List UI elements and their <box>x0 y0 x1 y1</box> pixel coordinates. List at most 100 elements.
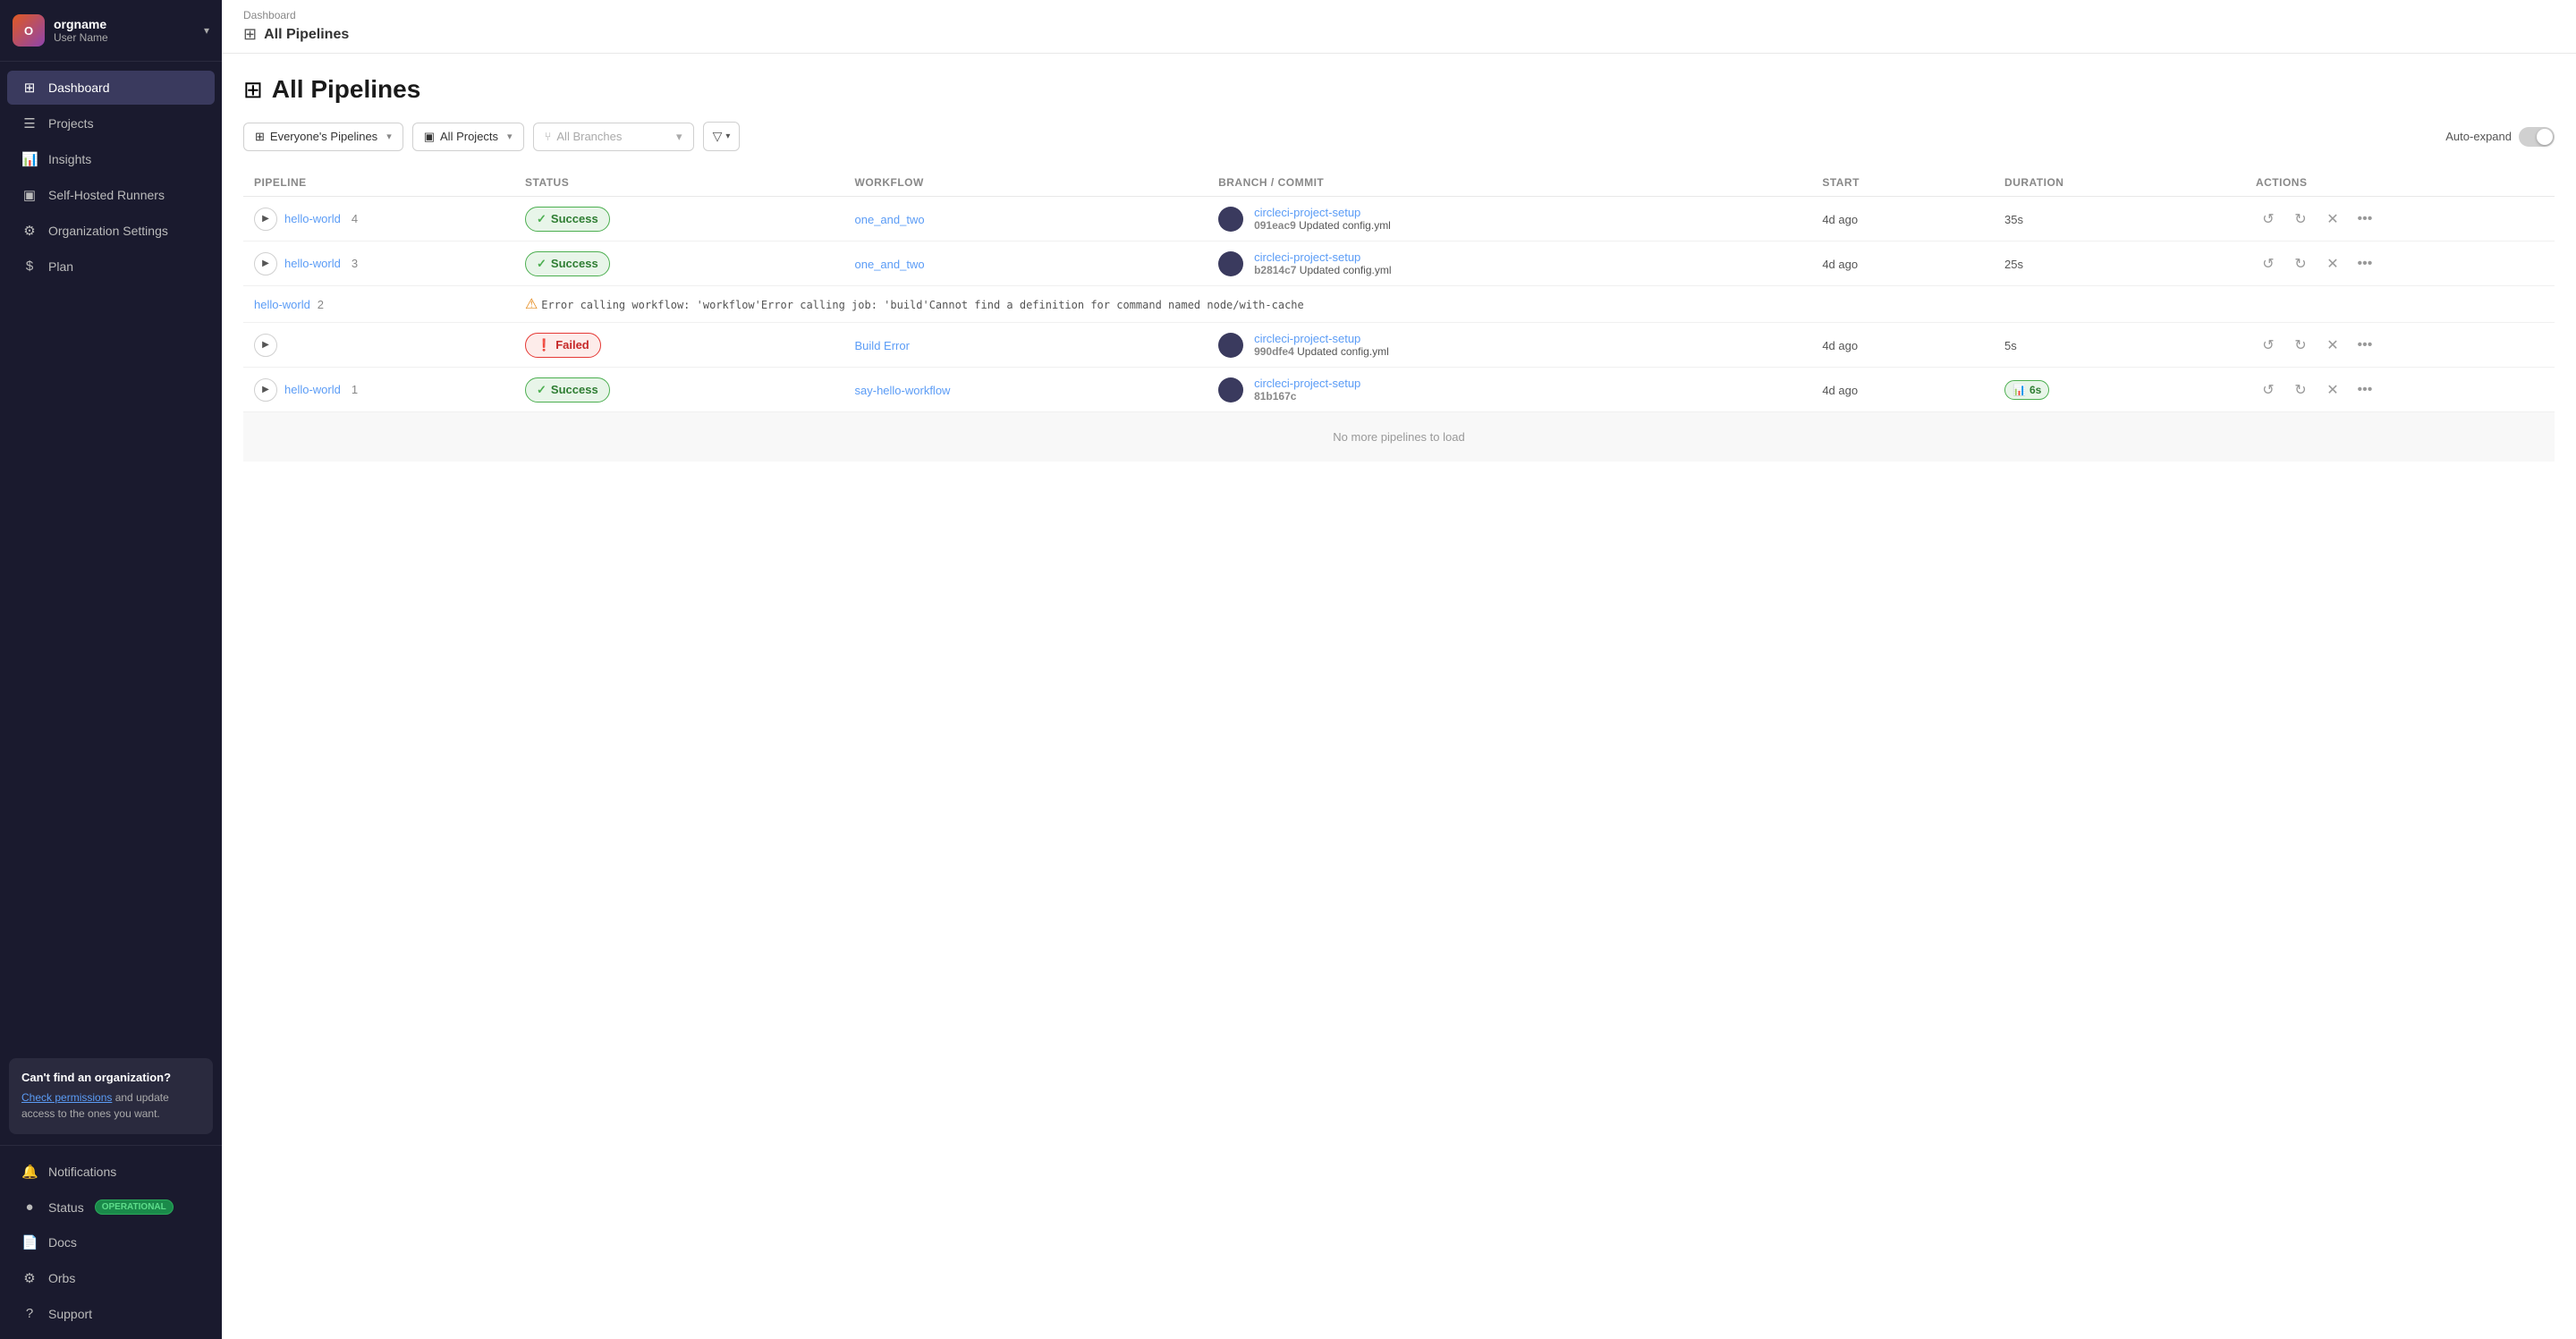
org-info[interactable]: O orgname User Name <box>13 14 108 47</box>
filter-arrow: ▾ <box>725 131 730 141</box>
table-body: ▶ hello-world 4 ✓ Success one_and_two ci… <box>243 197 2555 412</box>
sidebar-item-self-hosted-runners[interactable]: ▣ Self-Hosted Runners <box>7 178 215 212</box>
sidebar-bottom: 🔔 Notifications ● Status OPERATIONAL 📄 D… <box>0 1145 222 1339</box>
cancel-icon[interactable]: ✕ <box>2320 251 2345 276</box>
table-row: hello-world 2 ⚠ Error calling workflow: … <box>243 286 2555 323</box>
cancel-icon[interactable]: ✕ <box>2320 377 2345 403</box>
rerun-failed-icon[interactable]: ↻ <box>2288 251 2313 276</box>
filter-icon: ▽ <box>713 129 723 144</box>
content-area: ⊞ All Pipelines ⊞ Everyone's Pipelines ▾… <box>222 54 2576 1339</box>
branch-name[interactable]: circleci-project-setup <box>1254 377 1360 390</box>
sidebar-item-notifications[interactable]: 🔔 Notifications <box>7 1155 215 1189</box>
check-permissions-link[interactable]: Check permissions <box>21 1091 112 1104</box>
error-icon: ⚠ <box>525 297 538 312</box>
col-actions: Actions <box>2245 169 2555 197</box>
sidebar-item-label: Dashboard <box>48 81 110 95</box>
col-pipeline: Pipeline <box>243 169 514 197</box>
branch-avatar <box>1218 251 1243 276</box>
chevron-down-icon[interactable]: ▾ <box>204 24 209 37</box>
auto-expand-toggle[interactable] <box>2519 127 2555 147</box>
sidebar: O orgname User Name ▾ ⊞ Dashboard ☰ Proj… <box>0 0 222 1339</box>
commit-info: b2814c7 Updated config.yml <box>1254 264 1391 276</box>
content-grid-icon: ⊞ <box>243 76 263 104</box>
cant-find-org-box: Can't find an organization? Check permis… <box>9 1058 213 1134</box>
rerun-failed-icon[interactable]: ↻ <box>2288 333 2313 358</box>
table-row: ▶ hello-world 3 ✓ Success one_and_two ci… <box>243 242 2555 286</box>
check-icon: ✓ <box>537 383 547 397</box>
sidebar-item-docs[interactable]: 📄 Docs <box>7 1225 215 1259</box>
rerun-icon[interactable]: ↺ <box>2256 251 2281 276</box>
rerun-icon[interactable]: ↺ <box>2256 333 2281 358</box>
action-icons: ↺ ↻ ✕ ••• <box>2256 377 2544 403</box>
pipelines-filter-label: Everyone's Pipelines <box>270 130 377 143</box>
auto-expand-control: Auto-expand <box>2445 127 2555 147</box>
pipeline-link[interactable]: hello-world <box>284 257 341 270</box>
branch-name[interactable]: circleci-project-setup <box>1254 332 1389 345</box>
auto-expand-label: Auto-expand <box>2445 130 2512 143</box>
pipelines-filter-dropdown[interactable]: ⊞ Everyone's Pipelines ▾ <box>243 123 403 151</box>
duration: 25s <box>2004 258 2023 271</box>
status-badge-failed: ❗ Failed <box>525 333 601 358</box>
bell-icon: 🔔 <box>21 1164 38 1180</box>
main-content: Dashboard ⊞ All Pipelines ⊞ All Pipeline… <box>222 0 2576 1339</box>
pipeline-link[interactable]: hello-world <box>284 212 341 225</box>
sidebar-item-status[interactable]: ● Status OPERATIONAL <box>7 1191 215 1224</box>
action-icons: ↺ ↻ ✕ ••• <box>2256 251 2544 276</box>
play-button[interactable]: ▶ <box>254 252 277 275</box>
notifications-label: Notifications <box>48 1165 116 1179</box>
more-icon[interactable]: ••• <box>2352 333 2377 358</box>
rerun-icon[interactable]: ↺ <box>2256 377 2281 403</box>
page-title: All Pipelines <box>272 75 421 104</box>
sidebar-item-dashboard[interactable]: ⊞ Dashboard <box>7 71 215 105</box>
commit-hash: 81b167c <box>1254 390 1296 403</box>
projects-filter-dropdown[interactable]: ▣ All Projects ▾ <box>412 123 524 151</box>
col-status: Status <box>514 169 844 197</box>
workflow-link[interactable]: say-hello-workflow <box>855 384 951 397</box>
more-icon[interactable]: ••• <box>2352 377 2377 403</box>
check-icon: ✓ <box>537 212 547 226</box>
cancel-icon[interactable]: ✕ <box>2320 333 2345 358</box>
sidebar-item-plan[interactable]: $ Plan <box>7 250 215 283</box>
rerun-icon[interactable]: ↺ <box>2256 207 2281 232</box>
sidebar-item-organization-settings[interactable]: ⚙ Organization Settings <box>7 214 215 248</box>
col-workflow: Workflow <box>844 169 1208 197</box>
projects-filter-label: All Projects <box>440 130 498 143</box>
status-badge-success: ✓ Success <box>525 207 610 232</box>
rerun-failed-icon[interactable]: ↻ <box>2288 377 2313 403</box>
action-icons: ↺ ↻ ✕ ••• <box>2256 207 2544 232</box>
play-button[interactable]: ▶ <box>254 378 277 402</box>
org-text: orgname User Name <box>54 17 108 44</box>
sidebar-header: O orgname User Name ▾ <box>0 0 222 62</box>
sidebar-item-insights[interactable]: 📊 Insights <box>7 142 215 176</box>
rerun-failed-icon[interactable]: ↻ <box>2288 207 2313 232</box>
workflow-link[interactable]: one_and_two <box>855 258 925 271</box>
play-button[interactable]: ▶ <box>254 208 277 231</box>
pipeline-link[interactable]: hello-world <box>284 383 341 396</box>
cancel-icon[interactable]: ✕ <box>2320 207 2345 232</box>
fail-icon: ❗ <box>537 338 551 352</box>
pipeline-link[interactable]: hello-world <box>254 298 310 311</box>
chevron-down-icon: ▾ <box>507 131 513 142</box>
more-icon[interactable]: ••• <box>2352 251 2377 276</box>
branches-filter-input[interactable]: ⑂ All Branches ▾ <box>533 123 694 151</box>
branches-placeholder: All Branches <box>556 130 622 143</box>
commit-hash: b2814c7 <box>1254 264 1296 276</box>
cant-find-desc: Check permissions and update access to t… <box>21 1089 200 1122</box>
pipeline-num: 1 <box>352 383 358 396</box>
start-time: 4d ago <box>1822 213 1858 226</box>
sidebar-item-projects[interactable]: ☰ Projects <box>7 106 215 140</box>
status-label: Status <box>48 1200 84 1215</box>
list-icon: ☰ <box>21 115 38 131</box>
filter-button[interactable]: ▽ ▾ <box>703 122 741 151</box>
sidebar-item-orbs[interactable]: ⚙ Orbs <box>7 1261 215 1295</box>
branch-name[interactable]: circleci-project-setup <box>1254 206 1391 219</box>
sidebar-item-support[interactable]: ? Support <box>7 1297 215 1330</box>
more-icon[interactable]: ••• <box>2352 207 2377 232</box>
workflow-link[interactable]: one_and_two <box>855 213 925 226</box>
branch-name[interactable]: circleci-project-setup <box>1254 250 1391 264</box>
play-button[interactable]: ▶ <box>254 334 277 357</box>
workflow-link[interactable]: Build Error <box>855 339 910 352</box>
duration: 5s <box>2004 339 2017 352</box>
start-time: 4d ago <box>1822 339 1858 352</box>
org-name: orgname <box>54 17 108 31</box>
